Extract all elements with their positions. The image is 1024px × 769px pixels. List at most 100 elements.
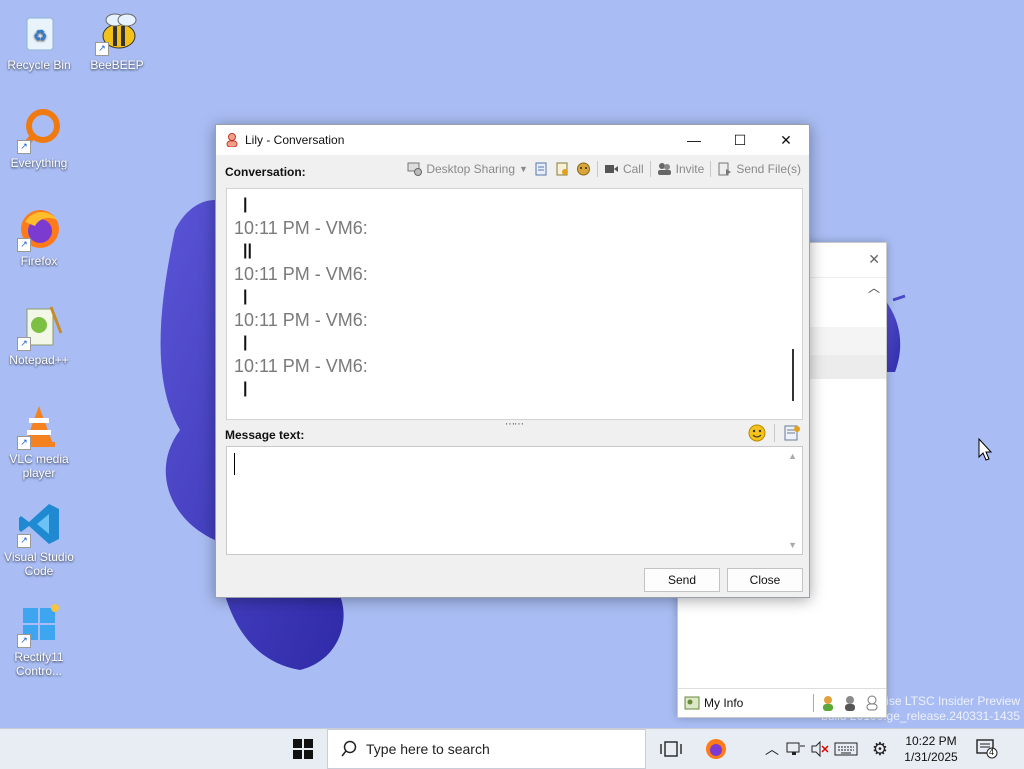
recycle-bin-icon: ♻ [15, 8, 63, 56]
call-label: Call [622, 162, 644, 176]
taskbar-firefox-button[interactable] [704, 737, 728, 761]
desktop-icon-label: Recycle Bin [7, 58, 71, 72]
firefox-icon: ↗ [15, 204, 63, 252]
minimize-button[interactable]: — [671, 125, 717, 155]
chat-history[interactable]: | 10:11 PM - VM6: || 10:11 PM - VM6: | 1… [226, 188, 803, 420]
notification-badge: 4 [989, 747, 995, 757]
notepad-plus-plus-icon: ↗ [15, 303, 63, 351]
desktop-icon-vscode[interactable]: ↗ Visual Studio Code [0, 500, 78, 578]
chevron-up-icon[interactable]: ︿ [868, 279, 880, 296]
toolbar-separator [710, 161, 712, 177]
vlc-icon: ↗ [15, 402, 63, 450]
taskbar-clock[interactable]: 10:22 PM 1/31/2025 [898, 733, 964, 765]
text-caret [234, 453, 235, 475]
splitter-grip[interactable]: ⋯⋯ [505, 419, 524, 430]
desktop-icon-everything[interactable]: ↗ Everything [0, 106, 78, 170]
chevron-up-icon: ︿ [765, 741, 779, 757]
desktop-icon-label: Rectify11 Contro... [14, 650, 64, 678]
conversation-window[interactable]: Lily - Conversation — ☐ ✕ Conversation: … [215, 124, 810, 598]
desktop-sharing-icon [407, 162, 423, 176]
close-window-button[interactable]: ✕ [763, 125, 809, 155]
smiley-icon[interactable] [748, 424, 766, 442]
main-window-status-bar: My Info [678, 688, 886, 717]
message-header: 10:11 PM - VM6: [234, 218, 368, 238]
my-info-icon [684, 696, 700, 710]
clock-time: 10:22 PM [905, 734, 957, 748]
user-offline-icon[interactable] [864, 695, 880, 711]
desktop-icon-label: Notepad++ [9, 353, 69, 367]
invite-label: Invite [675, 162, 705, 176]
scroll-up-icon[interactable]: ▲ [788, 451, 797, 461]
volume-button[interactable] [808, 737, 832, 761]
chat-scrollbar-thumb[interactable] [792, 349, 794, 401]
send-files-button[interactable]: Send File(s) [717, 162, 801, 176]
network-icon [786, 742, 805, 755]
message-tools [748, 424, 801, 442]
windows-logo-icon [293, 739, 313, 759]
desktop-icon-label: BeeBEEP [90, 58, 144, 72]
toolbar-tools: Desktop Sharing ▼ Call Invite Send File(… [407, 161, 801, 177]
show-hidden-icons-button[interactable]: ︿ [760, 737, 784, 761]
video-camera-icon [604, 165, 618, 173]
watermark-line-1: prise LTSC Insider Preview [875, 694, 1021, 708]
message-header: 10:11 PM - VM6: [234, 310, 368, 330]
shortcut-arrow-icon: ↗ [17, 238, 31, 252]
desktop-icon-firefox[interactable]: ↗ Firefox [0, 204, 78, 268]
invite-button[interactable]: Invite [657, 162, 705, 176]
conversation-toolbar: Conversation: Desktop Sharing ▼ Call Inv… [216, 155, 809, 185]
task-view-button[interactable] [659, 737, 683, 761]
conversation-titlebar[interactable]: Lily - Conversation — ☐ ✕ [216, 125, 809, 155]
message-body: | [243, 288, 248, 305]
message-options-icon[interactable] [783, 424, 801, 442]
desktop-icon-rectify11[interactable]: ↗ Rectify11 Contro... [0, 600, 78, 678]
save-chat-icon[interactable] [534, 162, 549, 176]
send-button[interactable]: Send [644, 568, 720, 592]
clear-chat-icon[interactable] [555, 162, 570, 176]
desktop-icon-vlc[interactable]: ↗ VLC media player [0, 402, 78, 480]
shortcut-arrow-icon: ↗ [17, 337, 31, 351]
desktop-sharing-button[interactable]: Desktop Sharing ▼ [407, 162, 528, 176]
scroll-down-icon[interactable]: ▼ [788, 540, 797, 550]
firefox-icon [706, 739, 726, 759]
notification-center-button[interactable]: 4 [976, 739, 998, 759]
desktop-icon-beebeep[interactable]: ↗ BeeBEEP [78, 8, 156, 72]
send-file-icon [718, 162, 732, 176]
desktop-icon-label: Firefox [20, 254, 58, 268]
desktop-icon-recycle-bin[interactable]: ♻ Recycle Bin [0, 8, 78, 72]
taskbar-search-box[interactable]: Type here to search [327, 729, 646, 769]
start-button[interactable] [280, 729, 326, 769]
send-files-label: Send File(s) [736, 162, 801, 176]
shortcut-arrow-icon: ↗ [17, 436, 31, 450]
keyboard-icon [834, 742, 858, 756]
message-body: | [243, 196, 248, 213]
main-window-close-icon[interactable]: ✕ [868, 251, 880, 268]
message-body: | [243, 380, 248, 397]
network-button[interactable] [784, 737, 808, 761]
user-away-icon[interactable] [842, 695, 858, 711]
everything-search-icon: ↗ [15, 106, 63, 154]
desktop-sharing-label: Desktop Sharing [426, 162, 516, 176]
clock-date: 1/31/2025 [904, 750, 958, 764]
close-button[interactable]: Close [727, 568, 803, 592]
gear-icon: ⚙ [871, 738, 889, 759]
desktop-icon-label: Everything [10, 156, 68, 170]
window-title: Lily - Conversation [245, 133, 345, 147]
user-online-icon[interactable] [820, 695, 836, 711]
search-placeholder: Type here to search [366, 741, 490, 757]
desktop-icon-notepad-plus-plus[interactable]: ↗ Notepad++ [0, 303, 78, 367]
svg-text:♻: ♻ [33, 28, 47, 45]
maximize-button[interactable]: ☐ [717, 125, 763, 155]
shortcut-arrow-icon: ↗ [95, 42, 109, 56]
chevron-down-icon: ▼ [519, 164, 528, 174]
toolbar-separator [774, 424, 775, 442]
touch-keyboard-button[interactable] [834, 737, 858, 761]
volume-muted-icon [811, 740, 829, 758]
my-info-button[interactable]: My Info [684, 695, 743, 711]
desktop-icon-label: VLC media player [9, 452, 69, 480]
message-input[interactable]: ▲ ▼ [226, 446, 803, 555]
desktop-icon-label: Visual Studio Code [4, 550, 74, 578]
call-button[interactable]: Call [604, 162, 644, 176]
settings-button[interactable]: ⚙ [868, 737, 892, 761]
emoticons-icon[interactable] [576, 162, 591, 176]
status-separator [813, 694, 814, 712]
